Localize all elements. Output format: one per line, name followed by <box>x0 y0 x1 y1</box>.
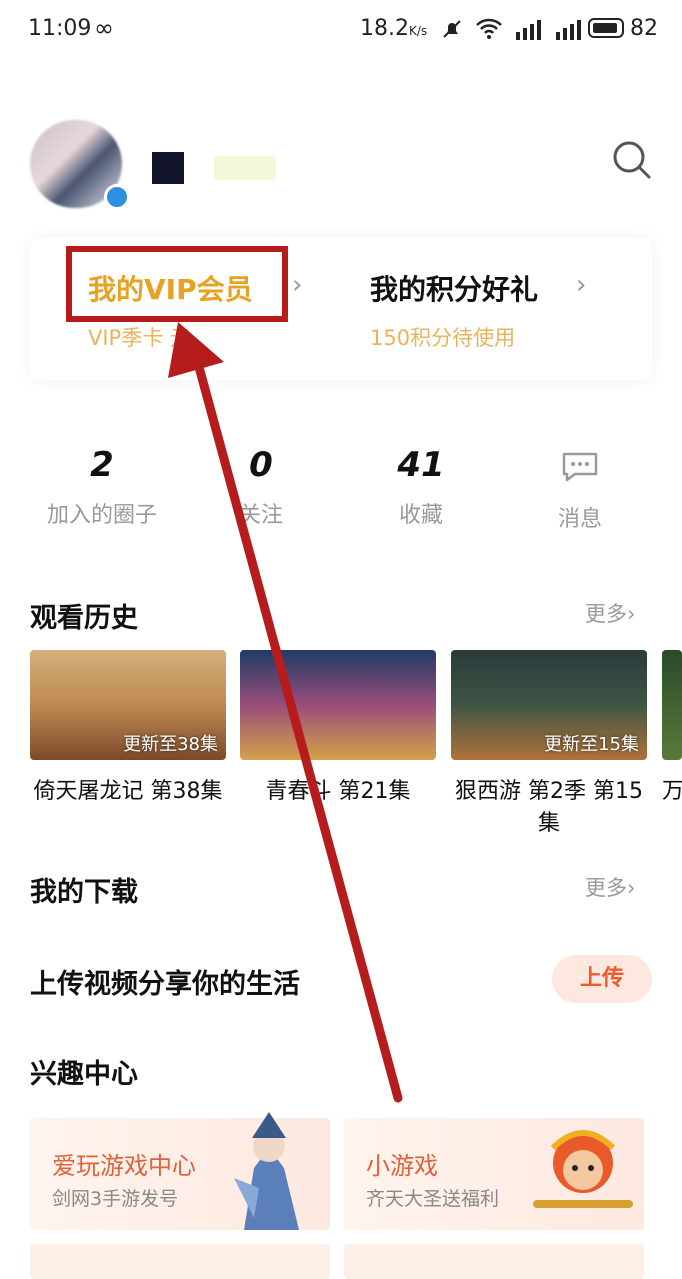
game-center-title: 爱玩游戏中心 <box>52 1152 196 1180</box>
user-level-blurred <box>214 156 276 180</box>
warrior-character-icon <box>234 1112 299 1230</box>
stat-favorites-value: 41 <box>397 445 445 485</box>
vip-member-link[interactable]: 我的VIP会员 <box>88 268 253 308</box>
history-title: 观看历史 <box>30 603 138 634</box>
status-bar: 11:09 ∞ 18.2K/s 82 <box>0 0 682 60</box>
history-more-link[interactable]: 更多› <box>585 598 635 628</box>
video-thumbnail <box>240 650 436 760</box>
interest-card-partial[interactable] <box>30 1244 330 1279</box>
chevron-right-icon: › <box>292 270 303 300</box>
points-gift-link[interactable]: 我的积分好礼 <box>370 268 538 308</box>
chevron-right-icon: › <box>576 270 587 300</box>
stat-favorites[interactable]: 41 收藏 <box>341 445 501 529</box>
vip-points-card: 我的VIP会员 › VIP季卡 元 我的积分好礼 › 150积分待使用 <box>30 238 652 380</box>
video-thumbnail: 更新至15集 <box>451 650 647 760</box>
stats-row: 2 加入的圈子 0 关注 41 收藏 消息 <box>0 445 682 545</box>
history-item[interactable]: 更新至38集 倚天屠龙记 第38集 <box>30 650 226 808</box>
signal-4g-icon <box>516 20 541 40</box>
message-icon <box>562 452 598 482</box>
stat-following-value: 0 <box>249 445 273 485</box>
points-subtitle: 150积分待使用 <box>370 326 516 350</box>
game-center-card[interactable]: 爱玩游戏中心 剑网3手游发号 <box>30 1112 330 1230</box>
network-speed: 18.2K/s <box>360 16 427 41</box>
game-center-subtitle: 剑网3手游发号 <box>52 1188 179 1210</box>
history-caption: 狠西游 第2季 第15集 <box>455 779 643 836</box>
stat-messages-label: 消息 <box>557 507 602 532</box>
history-list: 更新至38集 倚天屠龙记 第38集 青春斗 第21集 更新至15集 狠西游 第2… <box>30 650 682 850</box>
network-speed-unit: K/s <box>408 24 428 38</box>
history-item[interactable]: 青春斗 第21集 <box>240 650 436 808</box>
video-thumbnail <box>662 650 682 760</box>
mute-bell-icon <box>443 20 461 38</box>
status-icons <box>440 17 582 41</box>
stat-messages[interactable]: 消息 <box>500 445 660 533</box>
battery-icon <box>588 18 624 38</box>
downloads-title[interactable]: 我的下载 <box>30 870 138 909</box>
downloads-more-link[interactable]: 更多› <box>585 872 635 902</box>
stat-circles[interactable]: 2 加入的圈子 <box>22 445 182 529</box>
username-blurred[interactable] <box>152 152 184 184</box>
interest-card-partial[interactable] <box>344 1244 644 1279</box>
history-caption: 倚天屠龙记 第38集 <box>33 779 223 804</box>
monkey-king-character-icon <box>533 1130 633 1208</box>
vip-subtitle: VIP季卡 元 <box>88 326 191 350</box>
stat-circles-label: 加入的圈子 <box>46 503 157 528</box>
history-item[interactable]: 更新至15集 狠西游 第2季 第15集 <box>451 650 647 840</box>
mini-games-card[interactable]: 小游戏 齐天大圣送福利 <box>344 1118 644 1230</box>
wifi-icon <box>476 18 502 39</box>
status-time: 11:09 <box>28 16 92 41</box>
update-badge: 更新至15集 <box>544 734 639 755</box>
stat-following-label: 关注 <box>238 503 283 528</box>
history-caption: 万 <box>662 779 682 804</box>
update-badge: 更新至38集 <box>123 734 218 755</box>
search-icon[interactable] <box>612 140 652 180</box>
upload-title: 上传视频分享你的生活 <box>30 969 300 1000</box>
stat-following[interactable]: 0 关注 <box>181 445 341 529</box>
mini-games-title: 小游戏 <box>366 1152 438 1180</box>
profile-header <box>0 80 682 230</box>
infinity-icon: ∞ <box>94 14 114 42</box>
history-item[interactable]: 万 <box>662 650 682 808</box>
network-speed-value: 18.2 <box>360 16 409 41</box>
battery-percent: 82 <box>630 16 658 41</box>
signal-4g-icon-2 <box>556 20 581 40</box>
interest-title: 兴趣中心 <box>30 1059 138 1090</box>
stat-favorites-label: 收藏 <box>398 503 443 528</box>
verified-badge-icon <box>104 184 130 210</box>
video-thumbnail: 更新至38集 <box>30 650 226 760</box>
upload-button[interactable]: 上传 <box>552 955 652 1003</box>
stat-circles-value: 2 <box>90 445 114 485</box>
mini-games-subtitle: 齐天大圣送福利 <box>366 1188 500 1210</box>
history-caption: 青春斗 第21集 <box>265 779 411 804</box>
